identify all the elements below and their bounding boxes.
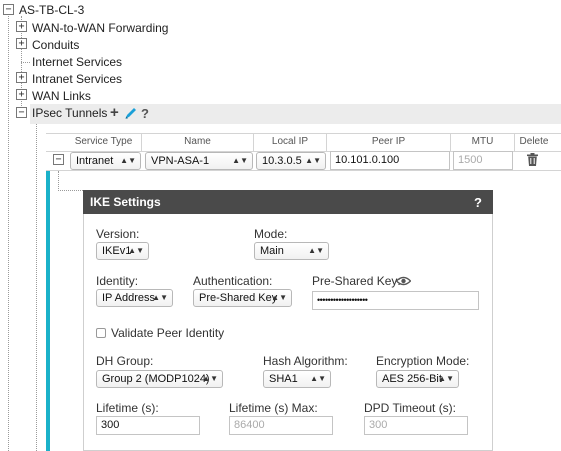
tunnel-name-select[interactable]: VPN-ASA-1 ▲▼: [145, 152, 253, 170]
mode-select[interactable]: Main ▲▼: [254, 242, 329, 260]
column-header-local-ip: Local IP: [254, 133, 327, 151]
service-type-select[interactable]: Intranet ▲▼: [70, 152, 141, 170]
lifetime-field[interactable]: 300: [96, 416, 200, 435]
tree-item-conduits[interactable]: Conduits: [32, 38, 79, 52]
dh-group-label: DH Group:: [96, 354, 154, 368]
pre-shared-key-field[interactable]: •••••••••••••••••••: [312, 291, 479, 310]
ike-settings-title: IKE Settings: [83, 190, 493, 214]
encryption-mode-select[interactable]: AES 256-Bit ▲▼: [376, 370, 459, 388]
dh-group-select[interactable]: Group 2 (MODP1024) ▲▼: [96, 370, 223, 388]
dpd-timeout-field[interactable]: 300: [364, 416, 468, 435]
lifetime-max-label: Lifetime (s) Max:: [229, 401, 318, 415]
hash-algorithm-label: Hash Algorithm:: [263, 354, 348, 368]
identity-label: Identity:: [96, 274, 139, 288]
lifetime-label: Lifetime (s):: [96, 401, 159, 415]
collapse-tunnel-row[interactable]: −: [53, 154, 64, 165]
column-header-delete: Delete: [519, 136, 549, 147]
expand-wan-links[interactable]: +: [16, 89, 27, 100]
column-header-service-type: Service Type: [66, 133, 142, 151]
root-collapse-toggle[interactable]: −: [3, 4, 14, 15]
column-header-name: Name: [142, 133, 254, 151]
trash-icon[interactable]: [527, 153, 538, 169]
mtu-field[interactable]: 1500: [453, 151, 513, 170]
help-icon[interactable]: ?: [141, 106, 149, 121]
mode-label: Mode:: [254, 227, 288, 241]
expand-conduits[interactable]: +: [16, 38, 27, 49]
authentication-label: Authentication:: [193, 274, 273, 288]
version-select[interactable]: IKEv1 ▲▼: [96, 242, 149, 260]
expand-intranet-services[interactable]: +: [16, 72, 27, 83]
validate-peer-identity-checkbox[interactable]: [96, 328, 106, 338]
authentication-select[interactable]: Pre-Shared Key ▲▼: [193, 289, 292, 307]
pencil-icon[interactable]: [124, 106, 137, 123]
hash-algorithm-select[interactable]: SHA1 ▲▼: [263, 370, 331, 388]
add-icon[interactable]: +: [110, 104, 119, 121]
tree-item-internet-services[interactable]: Internet Services: [32, 55, 122, 69]
lifetime-max-field[interactable]: 86400: [229, 416, 333, 435]
collapse-ipsec-tunnels[interactable]: −: [16, 107, 27, 118]
column-header-peer-ip: Peer IP: [327, 133, 451, 151]
dpd-timeout-label: DPD Timeout (s):: [364, 401, 457, 415]
validate-peer-identity-label[interactable]: Validate Peer Identity: [111, 326, 224, 340]
local-ip-select[interactable]: 10.3.0.5 ▲▼: [256, 152, 326, 170]
encryption-mode-label: Encryption Mode:: [376, 354, 470, 368]
tree-item-ipsec-tunnels[interactable]: IPsec Tunnels: [32, 106, 107, 120]
column-header-mtu: MTU: [451, 133, 515, 151]
pre-shared-key-label: Pre-Shared Key:: [312, 274, 401, 288]
tree-item-wan-to-wan-forwarding[interactable]: WAN-to-WAN Forwarding: [32, 21, 168, 35]
ike-help-icon[interactable]: ?: [474, 195, 482, 210]
tree-item-intranet-services[interactable]: Intranet Services: [32, 72, 122, 86]
eye-icon[interactable]: [395, 275, 412, 289]
version-label: Version:: [96, 227, 140, 241]
expand-wan-to-wan-forwarding[interactable]: +: [16, 21, 27, 32]
identity-select[interactable]: IP Address ▲▼: [96, 289, 173, 307]
peer-ip-field[interactable]: 10.101.0.100: [330, 151, 450, 170]
tree-root-label[interactable]: AS-TB-CL-3: [19, 3, 84, 17]
detail-accent-bar: [46, 171, 50, 451]
tree-item-wan-links[interactable]: WAN Links: [32, 89, 91, 103]
